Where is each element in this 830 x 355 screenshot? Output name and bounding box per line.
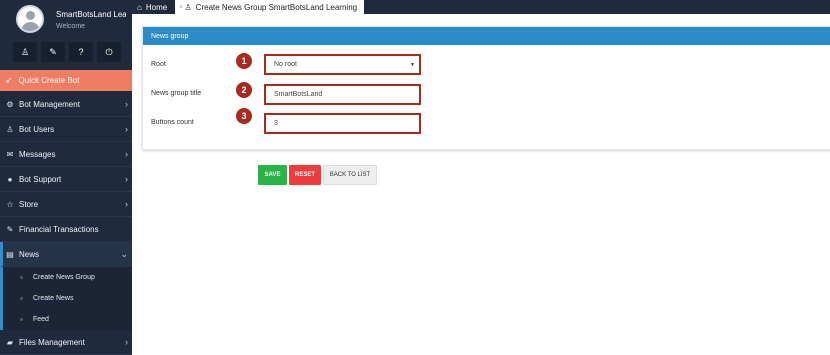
envelope-icon: ✉ <box>6 149 14 159</box>
submenu-item-create-news-group[interactable]: Create News Group <box>3 267 132 288</box>
document-icon[interactable]: ✎ <box>41 42 65 62</box>
folder-icon: ▰ <box>6 337 14 347</box>
panel-title: News group <box>143 27 830 45</box>
news-submenu: Create News Group Create News Feed <box>0 267 132 330</box>
gear-icon: ⚙ <box>6 99 14 109</box>
bullet-icon <box>20 276 23 279</box>
sidebar-item-label: Bot Users <box>19 124 55 134</box>
user-icon[interactable]: ♙ <box>13 42 37 62</box>
chevron-right-icon: › <box>125 337 128 347</box>
welcome-text: Welcome <box>56 23 86 30</box>
badge-2: 2 <box>236 82 252 98</box>
sidebar-item-store[interactable]: ☆ Store › <box>0 192 132 217</box>
news-group-title-input[interactable]: SmartBotsLand <box>264 84 421 105</box>
submenu-item-label: Feed <box>33 316 49 323</box>
sidebar-item-messages[interactable]: ✉ Messages › <box>0 142 132 167</box>
root-label: Root <box>151 61 166 68</box>
sidebar-item-label: Financial Transactions <box>19 224 99 234</box>
root-select-value: No root <box>274 61 297 68</box>
sidebar-menu: ⚙ Bot Management › ♙ Bot Users › ✉ Messa… <box>0 92 132 355</box>
newspaper-icon: ▤ <box>6 249 14 259</box>
support-icon: ● <box>7 174 13 184</box>
chevron-right-icon: › <box>125 149 128 159</box>
chevron-right-icon: › <box>125 199 128 209</box>
tab-create-news-group[interactable]: x ♙ Create News Group SmartBotsLand Lear… <box>175 0 365 14</box>
close-icon[interactable]: x <box>180 4 183 10</box>
home-icon: ⌂ <box>137 2 142 12</box>
sidebar-item-label: News <box>19 249 40 259</box>
help-icon[interactable]: ? <box>69 42 93 62</box>
sidebar-item-financial-transactions[interactable]: ✎ Financial Transactions <box>0 217 132 242</box>
buttons-count-input[interactable]: 3 <box>264 113 421 134</box>
star-icon: ☆ <box>6 199 14 209</box>
badge-3: 3 <box>236 108 252 124</box>
tab-label: Create News Group SmartBotsLand Learning <box>195 2 358 12</box>
user-panel: SmartBotsLand Learning Welcome ♙ ✎ ? ⏻ <box>0 0 132 70</box>
document-icon: ✎ <box>6 224 14 234</box>
sidebar-item-bot-support[interactable]: ● Bot Support › <box>0 167 132 192</box>
submenu-item-feed[interactable]: Feed <box>3 309 132 330</box>
news-group-panel: News group Root 1 No root ▼ News group t… <box>142 26 830 150</box>
sidebar: SmartBotsLand Learning Welcome ♙ ✎ ? ⏻ ➶… <box>0 0 132 355</box>
sidebar-item-label: Files Management <box>19 337 85 347</box>
avatar-head <box>26 11 35 20</box>
tab-home[interactable]: ⌂ Home <box>132 0 172 14</box>
sidebar-item-bot-management[interactable]: ⚙ Bot Management › <box>0 92 132 117</box>
sidebar-item-files-management[interactable]: ▰ Files Management › <box>0 330 132 355</box>
sidebar-item-label: Store <box>19 199 39 209</box>
root-select[interactable]: No root ▼ <box>264 54 421 75</box>
sidebar-item-label: Bot Management <box>19 99 80 109</box>
sidebar-item-news[interactable]: ▤ News ⌄ <box>0 242 132 267</box>
buttons-count-value: 3 <box>274 120 278 127</box>
caret-down-icon: ▼ <box>410 61 415 68</box>
sidebar-item-label: Messages <box>19 149 56 159</box>
avatar-body <box>21 22 40 31</box>
chevron-down-icon: ⌄ <box>120 248 128 259</box>
users-icon: ♙ <box>6 124 14 134</box>
news-group-title-label: News group title <box>151 90 202 97</box>
quick-create-bot-button[interactable]: ➶ Quick Create Bot <box>0 70 132 91</box>
chevron-right-icon: › <box>125 99 128 109</box>
rocket-icon: ➶ <box>5 75 13 85</box>
reset-button[interactable]: RESET <box>289 165 321 185</box>
user-name: SmartBotsLand Learning <box>56 10 126 19</box>
quick-buttons: ♙ ✎ ? ⏻ <box>13 42 121 62</box>
bullet-icon <box>20 318 23 321</box>
chevron-right-icon: › <box>125 124 128 134</box>
power-icon[interactable]: ⏻ <box>97 42 121 62</box>
submenu-item-label: Create News <box>33 295 74 302</box>
submenu-item-label: Create News Group <box>33 274 95 281</box>
sidebar-item-label: Bot Support <box>19 174 62 184</box>
badge-1: 1 <box>236 53 252 69</box>
news-group-title-value: SmartBotsLand <box>274 91 323 98</box>
quick-create-label: Quick Create Bot <box>18 76 80 85</box>
back-to-list-button[interactable]: BACK TO LIST <box>323 165 377 185</box>
tab-label: Home <box>145 2 168 12</box>
buttons-count-label: Buttons count <box>151 119 194 126</box>
chevron-right-icon: › <box>125 174 128 184</box>
bullet-icon <box>20 297 23 300</box>
submenu-item-create-news[interactable]: Create News <box>3 288 132 309</box>
sidebar-item-bot-users[interactable]: ♙ Bot Users › <box>0 117 132 142</box>
save-button[interactable]: SAVE <box>258 165 287 185</box>
users-icon: ♙ <box>184 2 192 12</box>
tab-bar: ⌂ Home x ♙ Create News Group SmartBotsLa… <box>132 0 830 14</box>
avatar[interactable] <box>16 5 44 33</box>
